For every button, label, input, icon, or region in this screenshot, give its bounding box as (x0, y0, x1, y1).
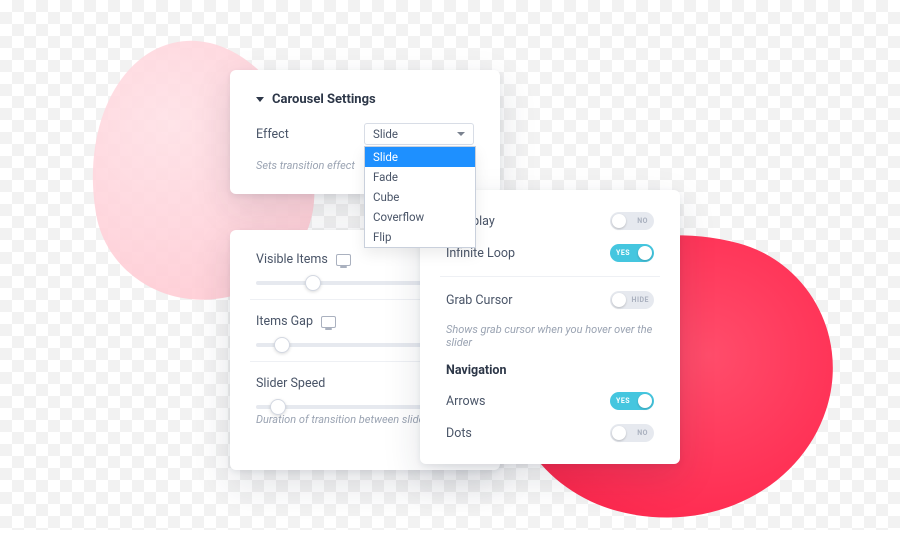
effect-option-flip[interactable]: Flip (365, 227, 475, 247)
visible-items-knob[interactable] (305, 275, 321, 291)
autoplay-state: NO (637, 217, 648, 225)
carousel-settings-panel: Carousel Settings Effect Slide Slide Fad… (230, 70, 500, 194)
toggle-dot (638, 246, 652, 260)
effect-label: Effect (256, 127, 289, 142)
effect-row: Effect Slide Slide Fade Cube Coverflow F… (256, 123, 474, 145)
caret-down-icon (256, 97, 264, 102)
carousel-settings-header[interactable]: Carousel Settings (256, 92, 474, 107)
effect-option-coverflow[interactable]: Coverflow (365, 207, 475, 227)
divider (440, 276, 660, 277)
arrows-toggle[interactable]: YES (610, 392, 654, 410)
grab-cursor-toggle[interactable]: HIDE (610, 291, 654, 309)
effect-option-cube[interactable]: Cube (365, 187, 475, 207)
arrows-label: Arrows (446, 394, 485, 409)
dots-row: Dots NO (446, 424, 654, 442)
visible-items-label: Visible Items (256, 252, 328, 267)
toggle-dot (612, 426, 626, 440)
chevron-down-icon (457, 132, 465, 136)
effect-option-fade[interactable]: Fade (365, 167, 475, 187)
autoplay-toggle[interactable]: NO (610, 212, 654, 230)
toggle-dot (638, 394, 652, 408)
infinite-loop-row: Infinite Loop YES (446, 244, 654, 262)
slider-speed-label: Slider Speed (256, 376, 325, 391)
desktop-icon[interactable] (336, 254, 351, 266)
grab-cursor-state: HIDE (632, 296, 649, 304)
toggle-dot (612, 214, 626, 228)
effect-dropdown: Slide Fade Cube Coverflow Flip (364, 146, 476, 248)
effect-selected-value: Slide (373, 127, 398, 141)
grab-cursor-label: Grab Cursor (446, 293, 513, 308)
infinite-loop-state: YES (616, 249, 630, 257)
dots-toggle[interactable]: NO (610, 424, 654, 442)
grab-cursor-row: Grab Cursor HIDE (446, 291, 654, 309)
items-gap-label: Items Gap (256, 314, 313, 329)
desktop-icon[interactable] (321, 316, 336, 328)
arrows-state: YES (616, 397, 630, 405)
autoplay-row: Autoplay NO (446, 212, 654, 230)
arrows-row: Arrows YES (446, 392, 654, 410)
infinite-loop-toggle[interactable]: YES (610, 244, 654, 262)
effect-option-slide[interactable]: Slide (365, 147, 475, 167)
toggle-dot (612, 293, 626, 307)
slider-speed-knob[interactable] (270, 399, 286, 415)
dots-state: NO (637, 429, 648, 437)
navigation-heading: Navigation (446, 363, 654, 378)
items-gap-knob[interactable] (274, 337, 290, 353)
effect-select[interactable]: Slide Slide Fade Cube Coverflow Flip (364, 123, 474, 145)
grab-cursor-description: Shows grab cursor when you hover over th… (446, 323, 654, 349)
dots-label: Dots (446, 426, 472, 441)
section-title: Carousel Settings (272, 92, 376, 107)
